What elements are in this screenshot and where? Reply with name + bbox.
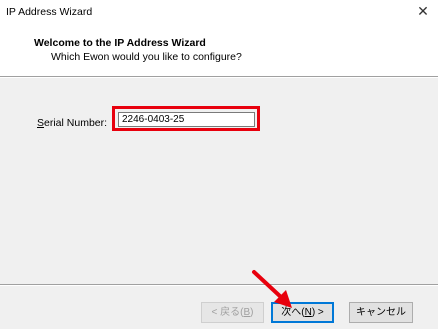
title-bar: IP Address Wizard ✕	[0, 0, 438, 26]
red-highlight-box	[112, 106, 260, 131]
serial-label-text: erial Number:	[44, 117, 108, 129]
next-label-prefix: 次へ(	[281, 307, 305, 318]
window-title: IP Address Wizard	[6, 6, 93, 18]
wizard-title: Welcome to the IP Address Wizard	[34, 37, 206, 49]
back-label-prefix: < 戻る(	[211, 307, 244, 318]
next-button[interactable]: 次へ(N) >	[271, 302, 334, 323]
next-label-key: N	[304, 307, 312, 318]
cancel-button[interactable]: キャンセル	[349, 302, 413, 323]
serial-label-mnemonic: S	[37, 117, 45, 129]
wizard-subtitle: Which Ewon would you like to configure?	[51, 51, 242, 63]
back-label-suffix: )	[250, 307, 254, 318]
next-label-suffix: ) >	[311, 307, 324, 318]
close-icon[interactable]: ✕	[408, 0, 438, 24]
wizard-header: Welcome to the IP Address Wizard Which E…	[0, 26, 438, 76]
serial-number-label: Serial Number:	[37, 117, 107, 129]
back-button[interactable]: < 戻る(B)	[201, 302, 264, 323]
